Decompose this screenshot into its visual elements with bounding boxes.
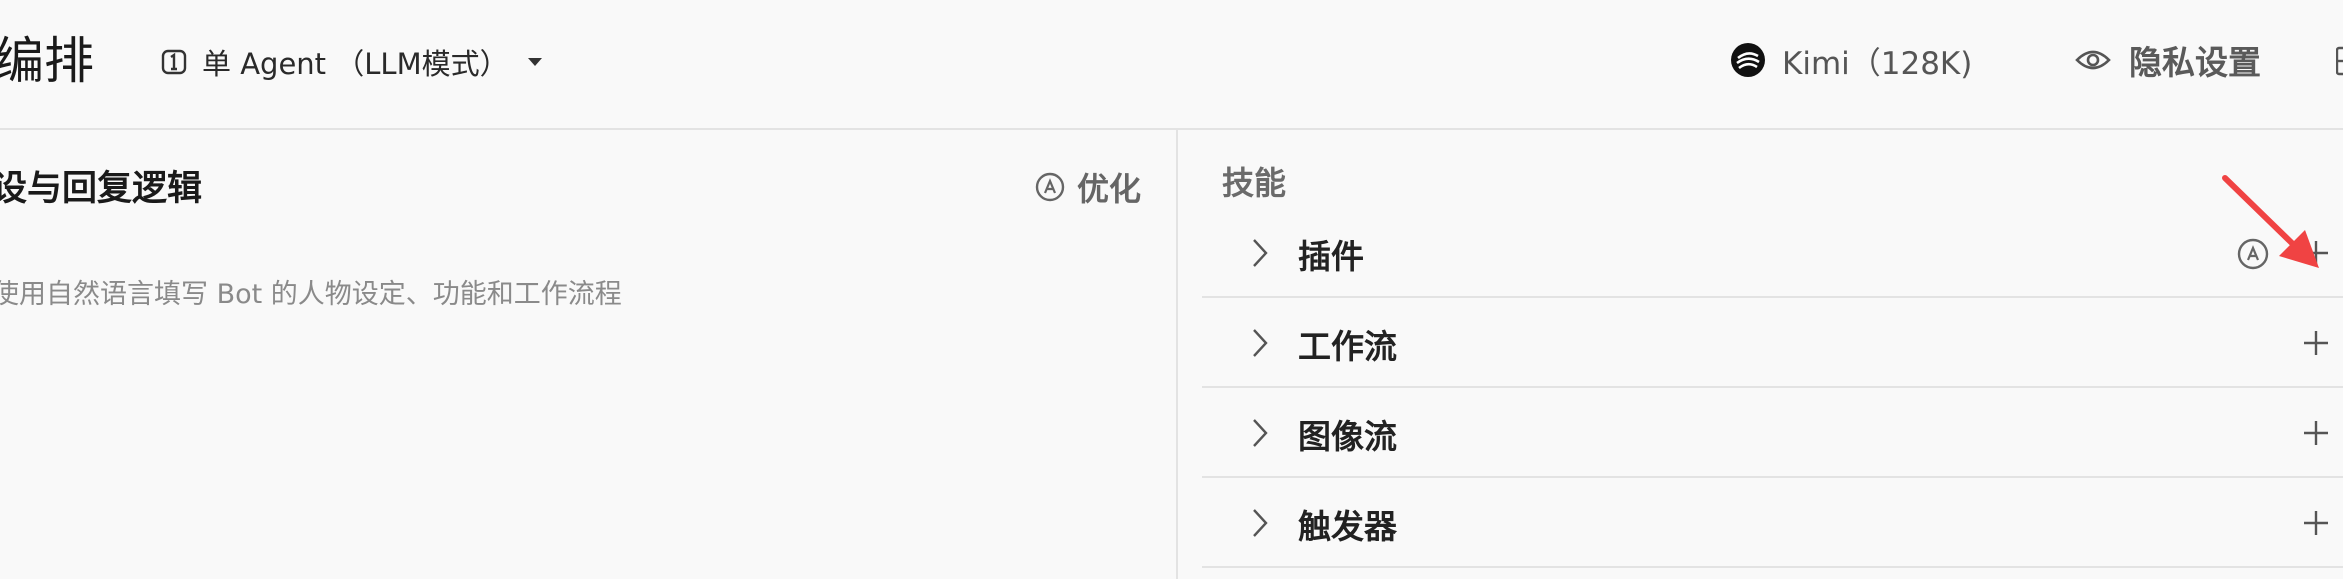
page-title: 编排	[0, 32, 94, 90]
skill-label: 插件	[1298, 237, 1364, 276]
eye-icon	[2075, 50, 2111, 70]
add-icon[interactable]	[2303, 510, 2329, 536]
auto-optimize-icon	[1035, 172, 1065, 202]
skill-row-triggers[interactable]: 触发器	[1202, 478, 2343, 568]
skills-heading: 技能	[1222, 164, 1287, 202]
agent-mode-icon	[161, 49, 187, 75]
optimize-label: 优化	[1077, 170, 1142, 208]
privacy-settings-label: 隐私设置	[2129, 43, 2261, 82]
optimize-button[interactable]: 优化	[1035, 164, 1141, 210]
prompt-editor-placeholder[interactable]: 使用自然语言填写 Bot 的人物设定、功能和工作流程	[0, 272, 622, 311]
model-label: Kimi（128K)	[1782, 45, 1973, 82]
skill-row-workflows[interactable]: 工作流	[1202, 298, 2343, 388]
chevron-right-icon[interactable]	[1252, 508, 1268, 538]
add-icon[interactable]	[2303, 420, 2329, 446]
skills-panel: 技能 插件 工作流 图像流 触发器	[1178, 130, 2343, 579]
chevron-right-icon[interactable]	[1252, 238, 1268, 268]
skill-row-image-flows[interactable]: 图像流	[1202, 388, 2343, 478]
prompt-panel: 设与回复逻辑 优化 使用自然语言填写 Bot 的人物设定、功能和工作流程	[0, 130, 1176, 579]
add-icon[interactable]	[2303, 330, 2329, 356]
skill-label: 图像流	[1298, 417, 1397, 456]
annotation-arrow-icon	[2222, 175, 2319, 268]
chevron-right-icon[interactable]	[1252, 328, 1268, 358]
privacy-settings-button[interactable]: 隐私设置	[2075, 36, 2261, 84]
skill-label: 触发器	[1298, 507, 1397, 546]
skill-label: 工作流	[1298, 327, 1397, 366]
agent-mode-label: 单 Agent （LLM模式）	[202, 47, 509, 81]
kimi-logo-icon	[1731, 43, 1765, 77]
skill-row-plugins[interactable]: 插件	[1202, 208, 2343, 298]
caret-down-icon	[527, 58, 542, 66]
layout-icon[interactable]	[2336, 46, 2343, 76]
model-selector[interactable]: Kimi（128K)	[1730, 36, 1972, 84]
prompt-section-title: 设与回复逻辑	[0, 169, 203, 209]
agent-mode-dropdown[interactable]: 单 Agent （LLM模式）	[160, 38, 543, 86]
top-bar: 编排 单 Agent （LLM模式） Kimi（128K) 隐私设置	[0, 0, 2343, 130]
chevron-right-icon[interactable]	[1252, 418, 1268, 448]
